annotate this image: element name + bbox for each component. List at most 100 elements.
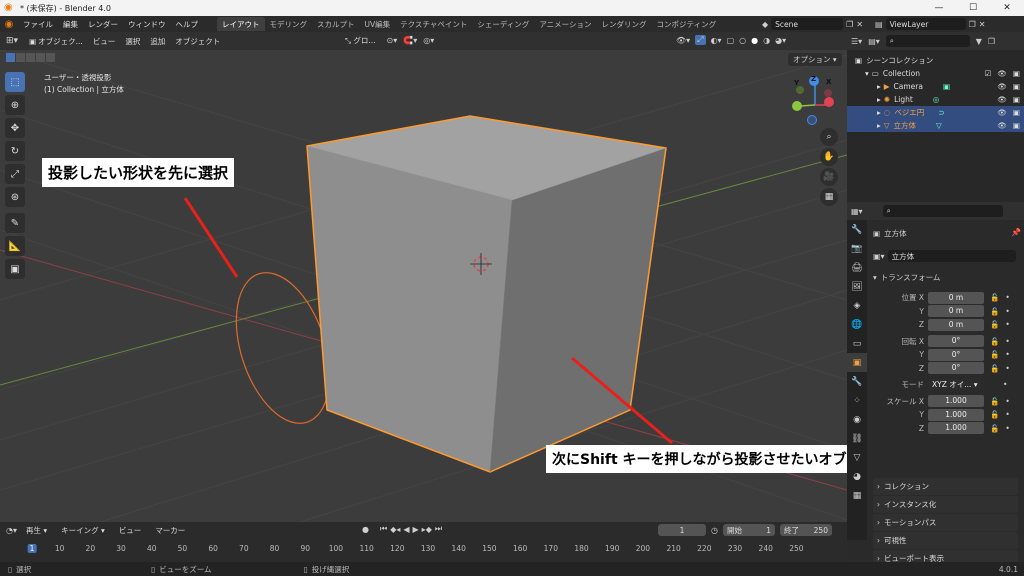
- object-name-field[interactable]: 立方体: [887, 250, 1016, 262]
- particles-tab-icon[interactable]: ⁘: [847, 391, 867, 410]
- cursor-tool-icon[interactable]: ⊕: [5, 95, 25, 115]
- keyframe-dot[interactable]: •: [1005, 364, 1009, 373]
- keyframe-dot[interactable]: •: [1005, 307, 1009, 316]
- lock-icon[interactable]: 🔓: [990, 307, 999, 316]
- location-x-field[interactable]: 0 m: [928, 291, 984, 304]
- delete-scene-icon[interactable]: ✕: [856, 20, 863, 29]
- menu-object[interactable]: オブジェクト: [170, 36, 225, 47]
- jump-end-icon[interactable]: ⏭: [435, 524, 442, 534]
- location-y-field[interactable]: 0 m: [928, 305, 984, 317]
- play-reverse-icon[interactable]: ◀: [403, 525, 409, 534]
- rotate-tool-icon[interactable]: ↻: [5, 141, 25, 161]
- outliner-search[interactable]: ⌕: [885, 35, 970, 47]
- visibility-eye-icon[interactable]: 👁: [997, 69, 1007, 78]
- wireframe-shading-icon[interactable]: ○: [739, 36, 746, 45]
- panel-collection[interactable]: › コレクション: [873, 478, 1018, 495]
- outliner-row-light[interactable]: ▸ ✺ Light ◎ 👁 ▣: [847, 93, 1024, 106]
- menu-add[interactable]: 追加: [145, 36, 170, 47]
- scene-tab-icon[interactable]: ◈: [847, 296, 867, 315]
- visibility-eye-icon[interactable]: 👁: [997, 121, 1007, 130]
- scene-icon[interactable]: ◆: [762, 20, 768, 29]
- physics-tab-icon[interactable]: ◉: [847, 410, 867, 429]
- overlay-icon[interactable]: ◐▾: [711, 36, 722, 45]
- filter-icon[interactable]: ▼: [976, 37, 982, 46]
- object-type-icon[interactable]: ▣▾: [873, 252, 885, 261]
- expand-arrow-icon[interactable]: ▾: [865, 69, 869, 78]
- lock-icon[interactable]: 🔓: [990, 397, 999, 406]
- 3d-viewport[interactable]: ユーザー・透視投影 (1) Collection | 立方体 X Z Y オプシ…: [0, 50, 847, 522]
- scale-z-field[interactable]: 1.000: [928, 422, 984, 434]
- tab-animation[interactable]: アニメーション: [534, 17, 596, 31]
- delete-view-layer-icon[interactable]: ✕: [979, 20, 986, 29]
- lock-icon[interactable]: 🔓: [990, 293, 999, 302]
- menu-view[interactable]: ビュー: [88, 36, 121, 47]
- playback-menu[interactable]: 再生 ▾: [21, 525, 52, 536]
- menu-render[interactable]: レンダー: [83, 19, 123, 30]
- minimize-button[interactable]: —: [922, 0, 956, 16]
- render-camera-icon[interactable]: ▣: [1013, 108, 1020, 117]
- visibility-eye-icon[interactable]: 👁: [997, 82, 1007, 91]
- keyframe-dot[interactable]: •: [1005, 424, 1009, 433]
- mode-selector[interactable]: ▣ オブジェク...: [24, 36, 88, 47]
- marker-menu[interactable]: マーカー: [150, 525, 190, 536]
- panel-visibility[interactable]: › 可視性: [873, 532, 1018, 549]
- measure-tool-icon[interactable]: 📐: [5, 236, 25, 256]
- tab-shading[interactable]: シェーディング: [472, 17, 534, 31]
- constraints-tab-icon[interactable]: ⛓: [847, 429, 867, 448]
- properties-search[interactable]: ⌕: [882, 205, 1003, 217]
- select-box-tool-icon[interactable]: ⬚: [5, 72, 25, 92]
- keyframe-dot[interactable]: •: [1005, 320, 1009, 329]
- clock-icon[interactable]: ◷: [711, 526, 718, 535]
- tab-sculpt[interactable]: スカルプト: [312, 17, 360, 31]
- start-frame-field[interactable]: 開始 1: [722, 524, 775, 536]
- lock-icon[interactable]: 🔓: [990, 337, 999, 346]
- view-layer-icon[interactable]: ▤: [875, 20, 883, 29]
- menu-window[interactable]: ウィンドウ: [123, 19, 171, 30]
- collection-checkbox[interactable]: ☑: [985, 69, 992, 78]
- menu-select[interactable]: 選択: [120, 36, 145, 47]
- jump-start-icon[interactable]: ⏮: [380, 524, 387, 534]
- panel-motion-paths[interactable]: › モーションパス: [873, 514, 1018, 531]
- expand-arrow-icon[interactable]: ▸: [877, 108, 881, 117]
- render-camera-icon[interactable]: ▣: [1013, 69, 1020, 78]
- lock-icon[interactable]: 🔓: [990, 364, 999, 373]
- annotate-tool-icon[interactable]: ✎: [5, 213, 25, 233]
- world-tab-icon[interactable]: 🌐: [847, 315, 867, 334]
- outliner-editor-icon[interactable]: ☰▾: [851, 37, 862, 46]
- select-new-icon[interactable]: [6, 53, 15, 62]
- select-extend-icon[interactable]: [16, 53, 25, 62]
- outliner-row-cube[interactable]: ▸ ▽ 立方体 ▽ 👁 ▣: [847, 119, 1024, 132]
- select-intersect-icon[interactable]: [46, 53, 55, 62]
- select-invert-icon[interactable]: [36, 53, 45, 62]
- menu-edit[interactable]: 編集: [58, 19, 83, 30]
- ortho-grid-icon[interactable]: ▦: [820, 188, 838, 206]
- current-frame-field[interactable]: 1: [658, 524, 706, 536]
- keying-menu[interactable]: キーイング ▾: [56, 525, 110, 536]
- expand-arrow-icon[interactable]: ▸: [877, 121, 881, 130]
- data-tab-icon[interactable]: ▽: [847, 448, 867, 467]
- outliner-row-collection[interactable]: ▾ ▭ Collection ☑ 👁 ▣: [847, 67, 1024, 80]
- pin-icon[interactable]: 📌: [1011, 228, 1021, 237]
- blender-menu-icon[interactable]: ◉: [0, 19, 18, 30]
- close-button[interactable]: ✕: [990, 0, 1024, 16]
- location-z-field[interactable]: 0 m: [928, 318, 984, 331]
- keyframe-dot[interactable]: •: [1005, 350, 1009, 359]
- outliner-row-bezier[interactable]: ▸ ◌ ベジエ円 ⊃ 👁 ▣: [847, 106, 1024, 119]
- lock-icon[interactable]: 🔓: [990, 410, 999, 419]
- expand-arrow-icon[interactable]: ▸: [877, 95, 881, 104]
- proportional-edit-icon[interactable]: ◎▾: [423, 36, 434, 45]
- rotation-mode-select[interactable]: XYZ オイ... ▾: [928, 378, 984, 391]
- timeline-editor-icon[interactable]: ◔▾: [6, 526, 17, 535]
- tab-texture-paint[interactable]: テクスチャペイント: [395, 17, 472, 31]
- transform-orientation[interactable]: ⤡ グロ...: [340, 35, 381, 46]
- modifier-tab-icon[interactable]: 🔧: [847, 372, 867, 391]
- scale-y-field[interactable]: 1.000: [928, 408, 984, 421]
- scene-collection-row[interactable]: ▣ シーンコレクション: [847, 54, 1024, 67]
- outliner-row-camera[interactable]: ▸ ▶ Camera ▣ 👁 ▣: [847, 80, 1024, 93]
- move-tool-icon[interactable]: ✥: [5, 118, 25, 138]
- pan-hand-icon[interactable]: ✋: [820, 148, 838, 166]
- rendered-shading-icon[interactable]: ◕▾: [775, 36, 786, 45]
- keyframe-dot[interactable]: •: [1005, 397, 1009, 406]
- camera-view-icon[interactable]: 🎥: [820, 168, 838, 186]
- tab-uv-editing[interactable]: UV編集: [360, 17, 396, 31]
